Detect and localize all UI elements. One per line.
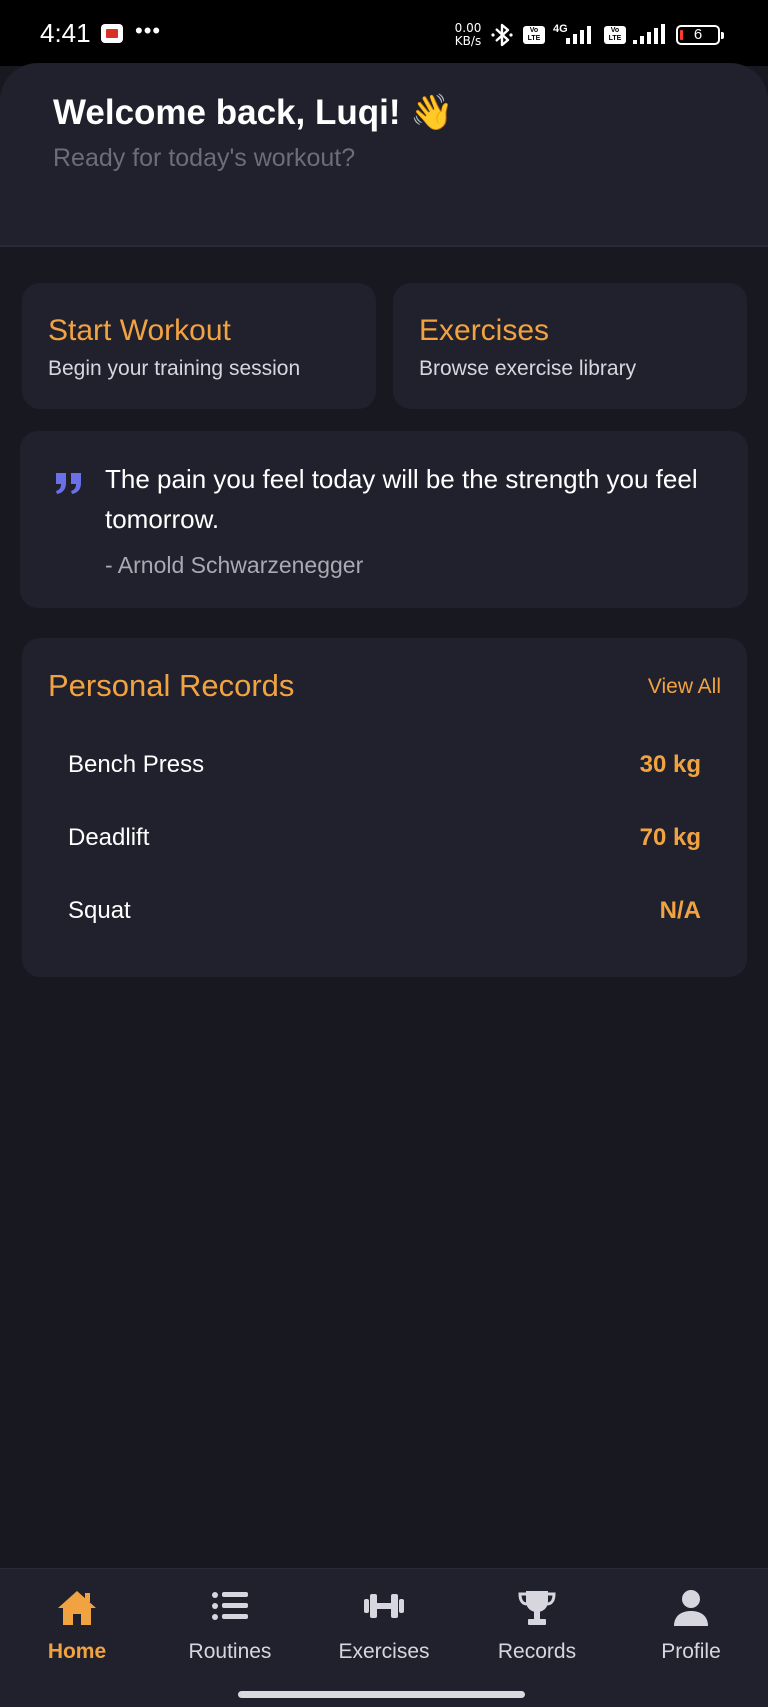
- list-icon: [212, 1592, 248, 1620]
- record-row[interactable]: Deadlift 70 kg: [68, 824, 701, 864]
- record-row[interactable]: Bench Press 30 kg: [68, 751, 701, 791]
- start-workout-title: Start Workout: [48, 314, 231, 347]
- record-name: Bench Press: [68, 751, 205, 778]
- nav-profile[interactable]: Profile: [614, 1569, 768, 1689]
- quote-icon: [56, 473, 81, 494]
- record-value: 70 kg: [639, 824, 701, 851]
- nav-exercises[interactable]: Exercises: [307, 1569, 461, 1689]
- start-workout-card[interactable]: Start Workout Begin your training sessio…: [22, 283, 376, 409]
- quote-card: The pain you feel today will be the stre…: [20, 431, 748, 608]
- gesture-home-bar[interactable]: [238, 1691, 525, 1698]
- welcome-title: Welcome back, Luqi! 👋: [53, 93, 454, 132]
- dumbbell-icon: [364, 1594, 404, 1618]
- home-icon: [58, 1591, 96, 1625]
- bluetooth-icon: [491, 23, 513, 47]
- exercises-description: Browse exercise library: [419, 357, 637, 380]
- nav-routines[interactable]: Routines: [153, 1569, 307, 1689]
- nav-label: Exercises: [338, 1640, 430, 1663]
- battery-icon: 6: [676, 25, 724, 45]
- personal-records-title: Personal Records: [48, 668, 295, 703]
- record-name: Squat: [68, 897, 131, 924]
- record-row[interactable]: Squat N/A: [68, 897, 701, 937]
- network-speed-unit: KB/s: [454, 34, 482, 48]
- exercises-card[interactable]: Exercises Browse exercise library: [393, 283, 747, 409]
- volte-icon: Vo LTE: [523, 26, 545, 44]
- nav-home[interactable]: Home: [0, 1569, 154, 1689]
- record-value: N/A: [659, 897, 701, 924]
- more-notifications-icon: •••: [135, 18, 162, 43]
- record-value: 30 kg: [639, 751, 701, 778]
- nav-label: Records: [497, 1640, 577, 1663]
- nav-label: Home: [47, 1640, 107, 1663]
- quote-text: The pain you feel today will be the stre…: [105, 464, 698, 534]
- bottom-navigation: Home Routines Exercises Records Profile: [0, 1568, 768, 1707]
- exercises-title: Exercises: [419, 314, 550, 347]
- welcome-subtitle: Ready for today's workout?: [53, 144, 356, 172]
- battery-level: 6: [693, 26, 703, 43]
- signal-icon: [633, 24, 665, 44]
- nav-records[interactable]: Records: [460, 1569, 614, 1689]
- quote-author: - Arnold Schwarzenegger: [105, 552, 364, 578]
- nav-label: Routines: [188, 1640, 272, 1663]
- network-type-label: 4G: [553, 23, 568, 35]
- status-time: 4:41: [40, 18, 91, 48]
- person-icon: [674, 1590, 708, 1626]
- signal-4g-icon: 4G: [553, 23, 591, 44]
- view-all-records-link[interactable]: View All: [648, 675, 721, 699]
- gmail-notification-icon: [101, 24, 123, 43]
- status-bar: 4:41 ••• 0.00 KB/s Vo LTE 4G Vo LTE 6: [0, 0, 768, 66]
- personal-records-card: Personal Records View All Bench Press 30…: [22, 638, 747, 977]
- nav-label: Profile: [661, 1640, 721, 1663]
- trophy-icon: [518, 1591, 556, 1625]
- start-workout-description: Begin your training session: [48, 357, 301, 380]
- network-speed: 0.00 KB/s: [451, 22, 485, 48]
- volte-icon-2: Vo LTE: [604, 26, 626, 44]
- record-name: Deadlift: [68, 824, 150, 851]
